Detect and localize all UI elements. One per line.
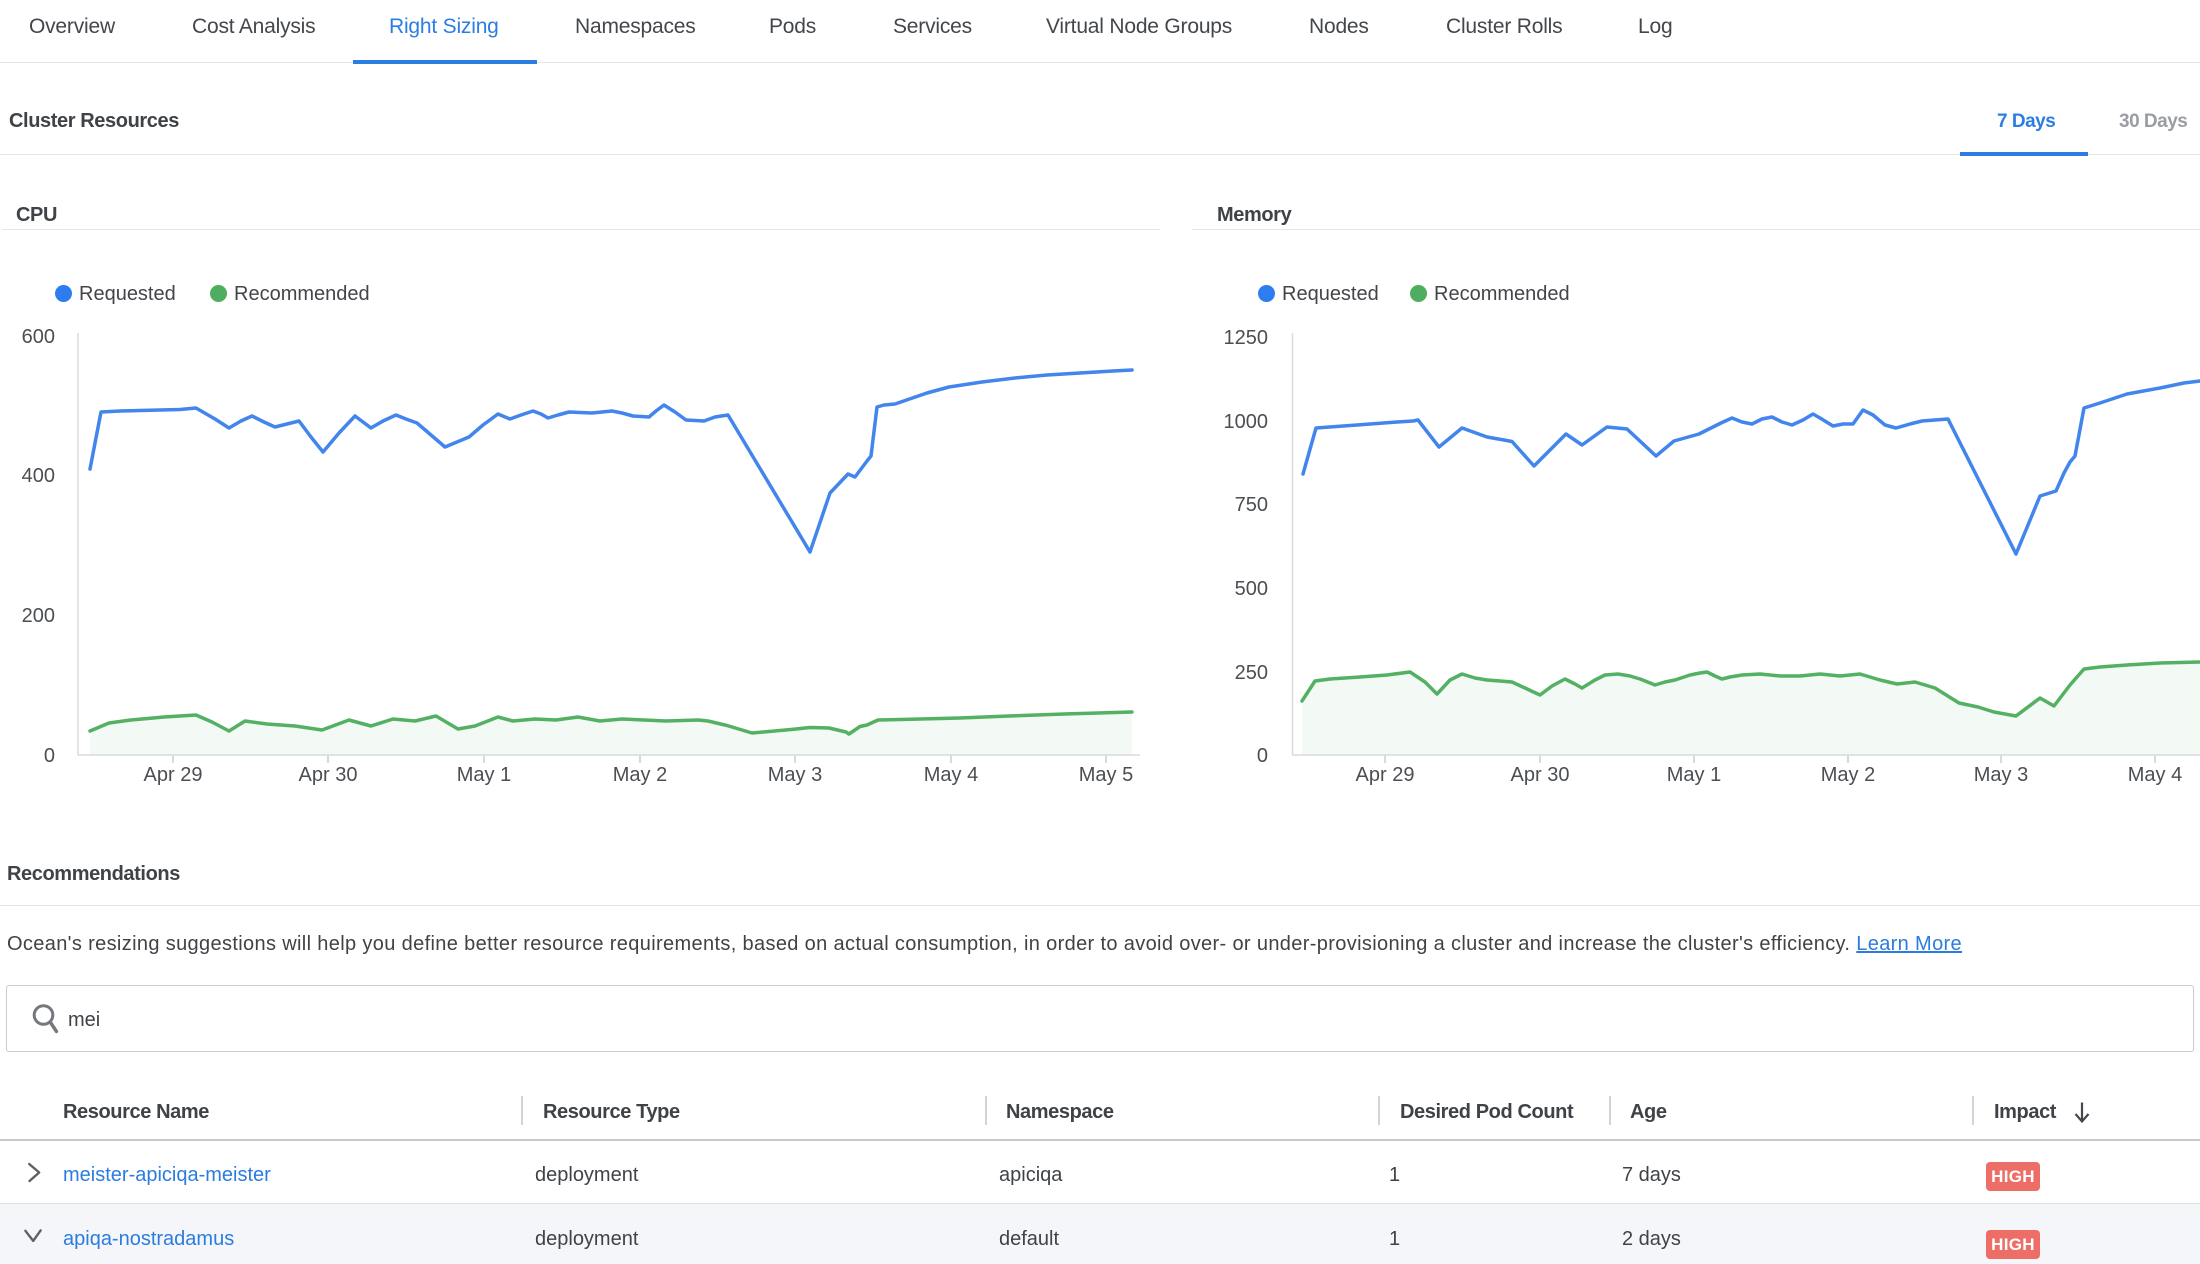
svg-text:500: 500 [1235,578,1268,600]
svg-text:Apr 29: Apr 29 [144,764,203,786]
svg-text:200: 200 [22,605,55,627]
svg-text:May 5: May 5 [1079,764,1133,786]
svg-text:400: 400 [22,465,55,487]
svg-text:May 4: May 4 [924,764,978,786]
svg-text:May 4: May 4 [2128,764,2182,786]
svg-text:750: 750 [1235,494,1268,516]
svg-text:May 2: May 2 [1821,764,1875,786]
svg-text:Apr 30: Apr 30 [1511,764,1570,786]
svg-text:1250: 1250 [1224,327,1269,349]
svg-text:0: 0 [44,745,55,767]
svg-text:1000: 1000 [1224,411,1269,433]
svg-text:0: 0 [1257,745,1268,767]
svg-text:May 1: May 1 [457,764,511,786]
svg-text:Apr 30: Apr 30 [299,764,358,786]
svg-text:May 2: May 2 [613,764,667,786]
svg-text:600: 600 [22,326,55,348]
svg-text:May 3: May 3 [1974,764,2028,786]
svg-text:250: 250 [1235,662,1268,684]
svg-text:May 3: May 3 [768,764,822,786]
svg-text:Apr 29: Apr 29 [1356,764,1415,786]
svg-text:May 1: May 1 [1667,764,1721,786]
